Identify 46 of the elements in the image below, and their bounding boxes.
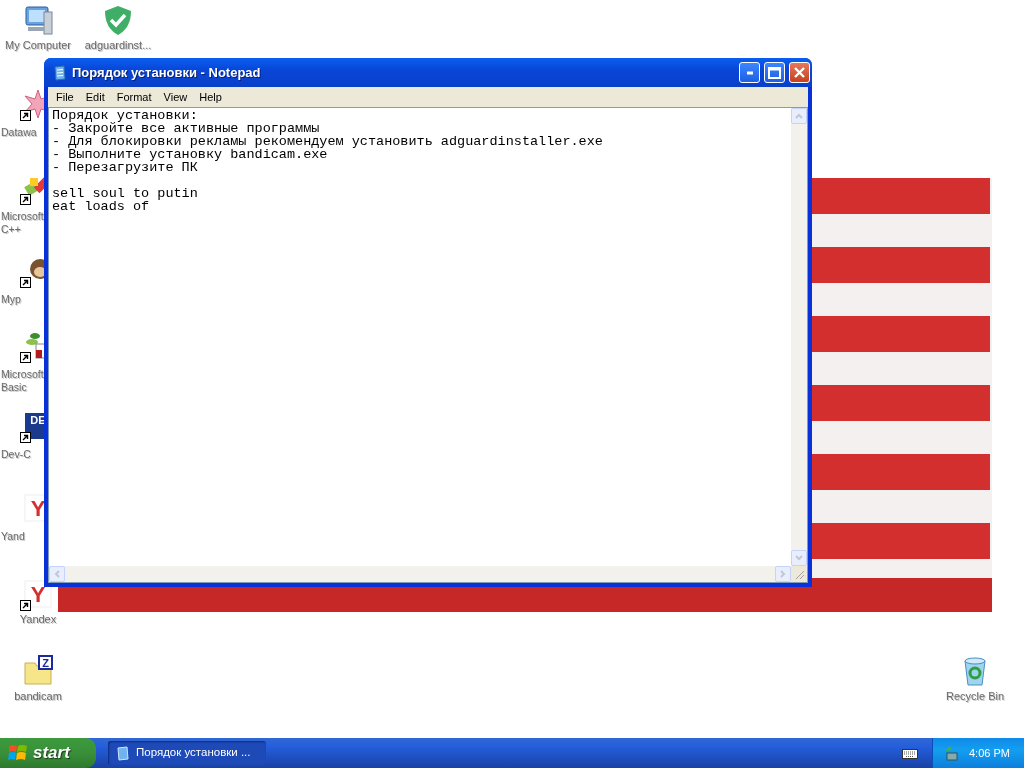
star-icon[interactable] [22,88,44,120]
icon-label: Datawa [1,126,37,139]
icon-label: bandicam [14,690,62,703]
start-logo-icon [8,744,28,762]
keyboard-icon[interactable] [902,747,918,759]
icon-label: My Computer [5,39,71,52]
text-line: - Выполните установку bandicam.exe [52,148,328,161]
network-icon[interactable] [943,745,959,761]
minimize-icon [745,70,754,75]
text-line: - Для блокировки рекламы рекомендуем установить adguardinstaller.exe [52,135,604,148]
menu-item[interactable]: View [157,87,194,107]
computer-icon[interactable] [22,4,54,36]
shield-icon[interactable] [102,4,134,36]
start-button[interactable]: start [0,738,96,768]
maximize-button[interactable] [764,62,785,83]
text-line: sell soul to putin [52,187,199,200]
icon-label: Microsoft [1,368,44,381]
grip-icon [795,570,805,580]
icon-label: Yandex [19,613,57,626]
text-line: - Перезагрузите ПК [52,161,198,174]
app-icon[interactable]: Y [22,578,54,610]
icon-label: Microsoft [1,210,44,223]
minimize-button[interactable] [739,62,760,83]
window-title: Порядок установки - Notepad [72,63,261,82]
text-line: eat loads of [52,200,151,213]
taskbar-button[interactable]: Порядок установки ... [108,741,266,765]
close-icon [794,67,805,78]
menu-item[interactable]: Format [110,87,158,107]
icon-label: C++ [1,223,21,236]
size-grip[interactable] [791,566,807,582]
maximize-icon [768,66,781,79]
icon-label: Myp [1,293,21,306]
menu-item[interactable]: Edit [79,87,111,107]
icon-label: Yand [1,530,25,543]
icon-label: Dev-C [1,448,31,461]
clock: 4:06 PM [969,745,1010,761]
icon-label: Recycle Bin [945,690,1005,703]
menu-item[interactable]: File [50,87,80,107]
close-button[interactable] [789,62,810,83]
icon-label: Basic [1,381,27,394]
menu-item[interactable]: Help [193,87,228,107]
text-line: - Закройте все активные программы [52,122,321,135]
notepad-icon [116,745,130,761]
text-line: Порядок установки: [52,109,199,122]
notepad-icon [52,64,68,81]
icon-label: adguardinst... [84,39,152,52]
